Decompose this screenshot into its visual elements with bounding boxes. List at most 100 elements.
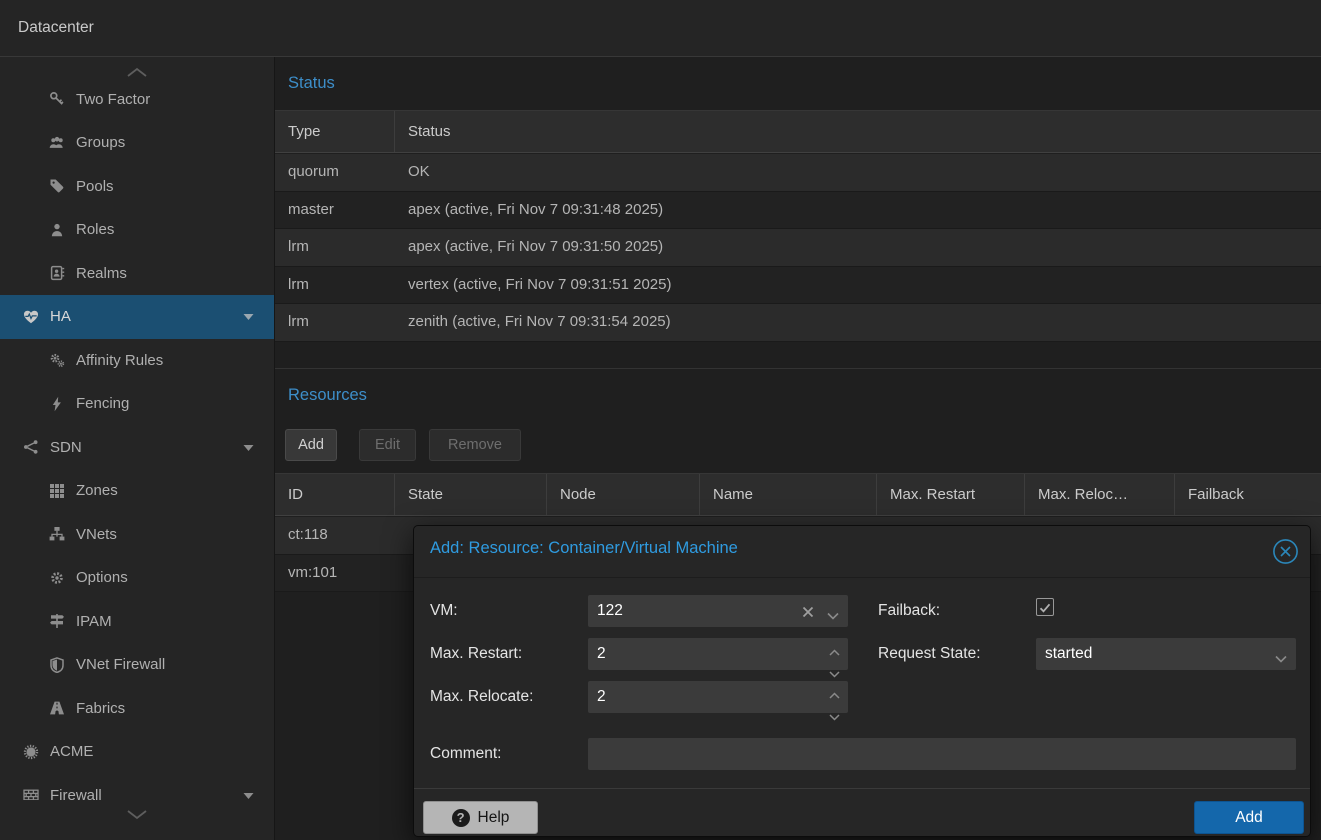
chevron-down-icon[interactable] [243,312,254,321]
status-column-header-type[interactable]: Type [275,111,395,152]
chevron-down-icon[interactable] [243,443,254,452]
resources-section-title: Resources [275,368,1321,420]
resources-column-header-state[interactable]: State [395,474,547,515]
top-bar: Datacenter [0,0,1321,57]
status-column-header-status[interactable]: Status [395,111,1321,152]
sidebar-item-label: VNet Firewall [76,656,165,673]
grid-icon [48,483,66,499]
sidebar-item-zones[interactable]: Zones [0,469,274,513]
sidebar-item-fencing[interactable]: Fencing [0,382,274,426]
status-table-rows: quorumOKmasterapex (active, Fri Nov 7 09… [275,154,1321,342]
sidebar-item-label: Two Factor [76,91,150,108]
status-table-row[interactable]: masterapex (active, Fri Nov 7 09:31:48 2… [275,192,1321,230]
key-icon [48,91,66,107]
request-state-label: Request State: [878,645,981,663]
edit-button[interactable]: Edit [359,429,416,461]
sidebar-item-affinity-rules[interactable]: Affinity Rules [0,338,274,382]
dialog-title: Add: Resource: Container/Virtual Machine [430,539,738,558]
sidebar-item-sdn[interactable]: SDN [0,425,274,469]
max-relocate-label: Max. Relocate: [430,688,533,706]
tags-icon [48,178,66,194]
resources-column-header-name[interactable]: Name [700,474,877,515]
sidebar-item-label: IPAM [76,613,112,630]
gears-icon [48,352,66,368]
resources-column-header-failback[interactable]: Failback [1175,474,1321,515]
resources-column-header-node[interactable]: Node [547,474,700,515]
status-table-row[interactable]: lrmvertex (active, Fri Nov 7 09:31:51 20… [275,267,1321,305]
close-icon[interactable] [1272,538,1299,565]
status-row-type: master [275,192,395,229]
sidebar-item-acme[interactable]: ACME [0,730,274,774]
sidebar-item-roles[interactable]: Roles [0,208,274,252]
request-state-select[interactable] [1036,638,1296,670]
status-table-row[interactable]: lrmapex (active, Fri Nov 7 09:31:50 2025… [275,229,1321,267]
resources-column-header-max-reloc-[interactable]: Max. Reloc… [1025,474,1175,515]
address-book-icon [48,265,66,281]
user-icon [48,222,66,238]
sidebar-item-vnet-firewall[interactable]: VNet Firewall [0,643,274,687]
page-title: Datacenter [18,0,94,56]
sidebar-item-vnets[interactable]: VNets [0,512,274,556]
max-relocate-input[interactable] [588,681,848,713]
status-table-row[interactable]: lrmzenith (active, Fri Nov 7 09:31:54 20… [275,304,1321,342]
max-restart-input[interactable] [588,638,848,670]
sidebar-item-label: Options [76,569,128,586]
vm-combobox [588,595,848,627]
comment-input[interactable] [588,738,1296,770]
max-restart-label: Max. Restart: [430,645,522,663]
sidebar-item-label: Affinity Rules [76,352,163,369]
sidebar-item-label: Pools [76,178,114,195]
max-restart-spin-buttons[interactable] [829,643,840,683]
shield-icon [48,657,66,673]
sidebar-item-ha[interactable]: HA [0,295,274,339]
spin-down-icon[interactable] [829,708,840,726]
sidebar-item-two-factor[interactable]: Two Factor [0,77,274,121]
failback-checkbox[interactable] [1036,598,1054,616]
spin-up-icon[interactable] [829,686,840,704]
status-row-type: lrm [275,229,395,266]
add-resource-dialog: Add: Resource: Container/Virtual Machine… [413,525,1311,837]
comment-field [588,738,1296,770]
sidebar-item-label: ACME [50,743,93,760]
sidebar-item-fabrics[interactable]: Fabrics [0,686,274,730]
resources-column-header-id[interactable]: ID [275,474,395,515]
vm-label: VM: [430,602,458,620]
request-state-value[interactable] [1036,638,1296,670]
max-relocate-spinner [588,681,848,713]
spin-up-icon[interactable] [829,643,840,661]
sidebar-item-pools[interactable]: Pools [0,164,274,208]
sidebar-item-ipam[interactable]: IPAM [0,599,274,643]
request-state-caret-icon[interactable] [1275,650,1287,668]
help-button-label: Help [478,809,510,827]
vm-dropdown-caret-icon[interactable] [827,607,839,625]
dialog-footer-separator [414,788,1310,789]
share-nodes-icon [22,439,40,455]
resources-column-header-max-restart[interactable]: Max. Restart [877,474,1025,515]
status-section-title: Status [275,57,1321,110]
status-row-type: lrm [275,304,395,341]
sidebar-item-options[interactable]: Options [0,556,274,600]
help-icon: ? [452,809,470,827]
sidebar: Two Factor Groups Pools RolesRealmsHA Affini… [0,57,275,840]
add-button[interactable]: Add [285,429,337,461]
resource-row-id: vm:101 [275,555,395,592]
dialog-header-separator [414,577,1310,578]
chevron-down-icon[interactable] [243,791,254,800]
failback-label: Failback: [878,602,940,620]
dialog-add-button[interactable]: Add [1194,801,1304,834]
sidebar-item-groups[interactable]: Groups [0,121,274,165]
status-table-row[interactable]: quorumOK [275,154,1321,192]
max-restart-spinner [588,638,848,670]
help-button[interactable]: ? Help [423,801,538,834]
status-row-status: OK [395,154,1321,191]
clear-icon[interactable] [802,605,814,623]
heartbeat-icon [22,309,40,325]
certificate-icon [22,744,40,760]
sidebar-item-label: Fencing [76,395,129,412]
scroll-down-icon[interactable] [0,800,274,840]
max-relocate-spin-buttons[interactable] [829,686,840,726]
gear-icon [48,570,66,586]
sidebar-item-realms[interactable]: Realms [0,251,274,295]
status-row-status: zenith (active, Fri Nov 7 09:31:54 2025) [395,304,1321,341]
remove-button[interactable]: Remove [429,429,521,461]
